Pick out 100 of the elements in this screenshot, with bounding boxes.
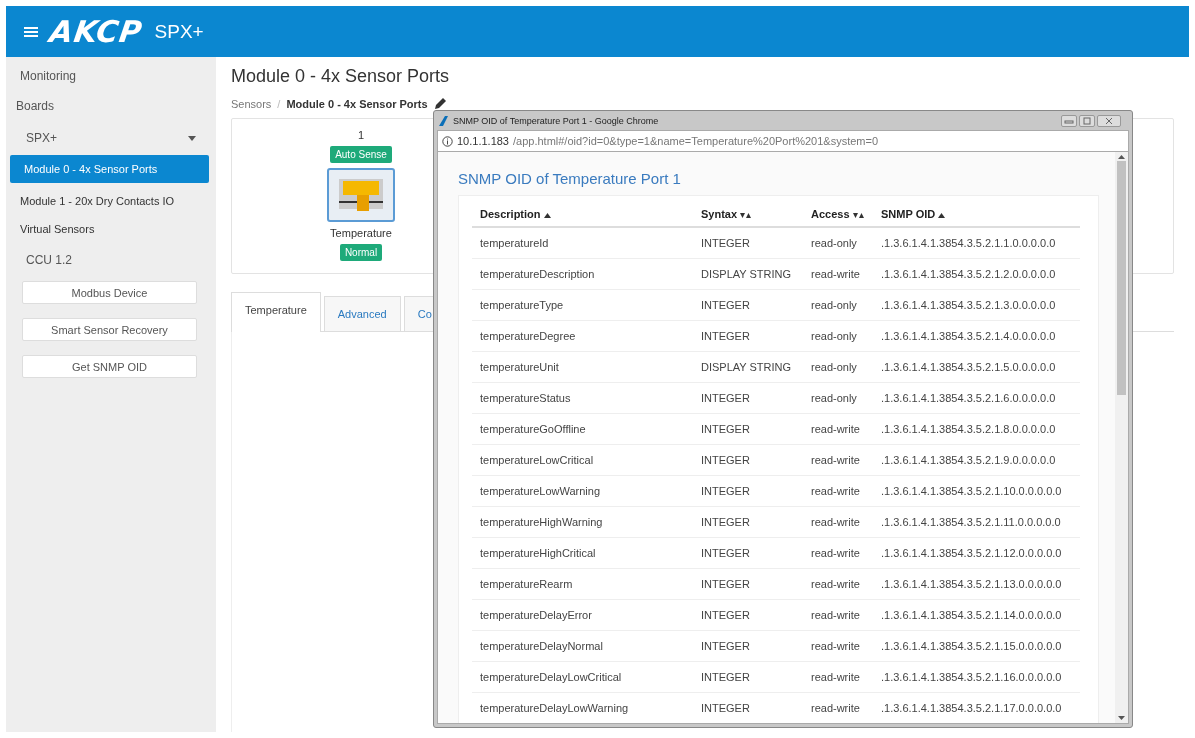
table-cell: .1.3.6.1.4.1.3854.3.5.2.1.1.0.0.0.0.0 bbox=[873, 227, 1080, 259]
table-cell: INTEGER bbox=[693, 320, 803, 352]
scrollbar[interactable] bbox=[1115, 152, 1128, 723]
info-icon bbox=[442, 135, 453, 147]
sensor-port-button[interactable] bbox=[327, 168, 395, 222]
table-cell: temperatureType bbox=[472, 289, 693, 321]
column-header[interactable]: SNMP OID bbox=[873, 202, 1080, 227]
column-header[interactable]: Syntax bbox=[693, 202, 803, 227]
table-cell: read-only bbox=[803, 289, 873, 321]
close-icon[interactable] bbox=[1097, 114, 1121, 127]
table-cell: .1.3.6.1.4.1.3854.3.5.2.1.12.0.0.0.0.0 bbox=[873, 537, 1080, 569]
column-header[interactable]: Access bbox=[803, 202, 873, 227]
table-cell: .1.3.6.1.4.1.3854.3.5.2.1.15.0.0.0.0.0 bbox=[873, 630, 1080, 662]
sidebar-button[interactable]: Get SNMP OID bbox=[22, 355, 197, 378]
minimize-icon[interactable] bbox=[1061, 114, 1077, 127]
scroll-down-icon[interactable] bbox=[1118, 716, 1125, 720]
tab[interactable]: Temperature bbox=[231, 292, 321, 332]
table-cell: .1.3.6.1.4.1.3854.3.5.2.1.10.0.0.0.0.0 bbox=[873, 475, 1080, 507]
scroll-up-icon[interactable] bbox=[1118, 155, 1125, 159]
status-badge: Normal bbox=[339, 244, 383, 261]
tab[interactable]: Advanced bbox=[323, 296, 401, 331]
table-cell: .1.3.6.1.4.1.3854.3.5.2.1.17.0.0.0.0.0 bbox=[873, 692, 1080, 723]
table-cell: .1.3.6.1.4.1.3854.3.5.2.1.14.0.0.0.0.0 bbox=[873, 599, 1080, 631]
table-cell: .1.3.6.1.4.1.3854.3.5.2.1.8.0.0.0.0.0 bbox=[873, 413, 1080, 445]
table-cell: temperatureHighCritical bbox=[472, 537, 693, 569]
table-cell: .1.3.6.1.4.1.3854.3.5.2.1.2.0.0.0.0.0 bbox=[873, 258, 1080, 290]
url-host: 10.1.1.183 bbox=[457, 135, 509, 147]
table-cell: temperatureLowWarning bbox=[472, 475, 693, 507]
table-cell: read-write bbox=[803, 568, 873, 600]
port-number: 1 bbox=[357, 129, 365, 141]
table-cell: temperatureDelayLowCritical bbox=[472, 661, 693, 693]
table-cell: INTEGER bbox=[693, 568, 803, 600]
table-cell: read-write bbox=[803, 506, 873, 538]
table-cell: .1.3.6.1.4.1.3854.3.5.2.1.6.0.0.0.0.0 bbox=[873, 382, 1080, 414]
sidebar-heading[interactable]: Monitoring bbox=[6, 61, 216, 91]
table-cell: temperatureUnit bbox=[472, 351, 693, 383]
table-cell: read-write bbox=[803, 661, 873, 693]
table-cell: .1.3.6.1.4.1.3854.3.5.2.1.4.0.0.0.0.0 bbox=[873, 320, 1080, 352]
table-cell: INTEGER bbox=[693, 289, 803, 321]
table-cell: INTEGER bbox=[693, 630, 803, 662]
table-cell: read-write bbox=[803, 599, 873, 631]
table-cell: temperatureLowCritical bbox=[472, 444, 693, 476]
sidebar-button[interactable]: Modbus Device bbox=[22, 281, 197, 304]
table-cell: read-only bbox=[803, 351, 873, 383]
table-cell: read-write bbox=[803, 475, 873, 507]
table-cell: read-only bbox=[803, 382, 873, 414]
sensor-name: Temperature bbox=[330, 227, 392, 239]
table-cell: temperatureDescription bbox=[472, 258, 693, 290]
table-cell: read-write bbox=[803, 692, 873, 723]
table-cell: INTEGER bbox=[693, 599, 803, 631]
sidebar-heading[interactable]: Boards bbox=[6, 91, 216, 121]
table-cell: temperatureGoOffline bbox=[472, 413, 693, 445]
sidebar-heading[interactable]: CCU 1.2 bbox=[6, 243, 216, 281]
table-cell: read-only bbox=[803, 320, 873, 352]
table-cell: INTEGER bbox=[693, 506, 803, 538]
table-cell: temperatureRearm bbox=[472, 568, 693, 600]
table-cell: .1.3.6.1.4.1.3854.3.5.2.1.13.0.0.0.0.0 bbox=[873, 568, 1080, 600]
dialog-heading: SNMP OID of Temperature Port 1 bbox=[458, 170, 682, 187]
logo: AKCP bbox=[47, 14, 145, 49]
breadcrumb-link[interactable]: Module 0 - 4x Sensor Ports bbox=[286, 97, 428, 110]
window-title: SNMP OID of Temperature Port 1 - Google Chrome bbox=[453, 115, 660, 126]
page-title: Module 0 - 4x Sensor Ports bbox=[231, 66, 451, 87]
table-cell: temperatureDelayNormal bbox=[472, 630, 693, 662]
table-cell: INTEGER bbox=[693, 692, 803, 723]
table-cell: INTEGER bbox=[693, 475, 803, 507]
table-cell: .1.3.6.1.4.1.3854.3.5.2.1.16.0.0.0.0.0 bbox=[873, 661, 1080, 693]
table-cell: INTEGER bbox=[693, 413, 803, 445]
table-cell: INTEGER bbox=[693, 444, 803, 476]
table-cell: .1.3.6.1.4.1.3854.3.5.2.1.9.0.0.0.0.0 bbox=[873, 444, 1080, 476]
sidebar-item[interactable]: Module 1 - 20x Dry Contacts IO bbox=[10, 187, 209, 215]
table-cell: temperatureDegree bbox=[472, 320, 693, 352]
table-cell: temperatureId bbox=[472, 227, 693, 259]
table-cell: DISPLAY STRING bbox=[693, 258, 803, 290]
table-cell: read-only bbox=[803, 227, 873, 259]
table-cell: .1.3.6.1.4.1.3854.3.5.2.1.5.0.0.0.0.0 bbox=[873, 351, 1080, 383]
sidebar-item[interactable]: Module 0 - 4x Sensor Ports bbox=[10, 155, 209, 183]
product-name: SPX+ bbox=[154, 20, 204, 43]
breadcrumb-separator: / bbox=[277, 97, 281, 110]
column-header[interactable]: Description bbox=[472, 202, 693, 227]
table-cell: temperatureStatus bbox=[472, 382, 693, 414]
sidebar-item[interactable]: Virtual Sensors bbox=[10, 215, 209, 243]
table-cell: .1.3.6.1.4.1.3854.3.5.2.1.3.0.0.0.0.0 bbox=[873, 289, 1080, 321]
mode-badge: Auto Sense bbox=[330, 146, 392, 163]
app-logo-icon bbox=[439, 115, 449, 126]
table-cell: .1.3.6.1.4.1.3854.3.5.2.1.11.0.0.0.0.0 bbox=[873, 506, 1080, 538]
menu-icon[interactable] bbox=[24, 25, 38, 38]
table-cell: temperatureDelayError bbox=[472, 599, 693, 631]
url-path: /app.html#/oid?id=0&type=1&name=Temperature%20Port%201&system=0 bbox=[513, 135, 879, 147]
board-dropdown[interactable]: SPX+ bbox=[6, 121, 216, 155]
table-cell: read-write bbox=[803, 537, 873, 569]
table-cell: read-write bbox=[803, 258, 873, 290]
breadcrumb-link[interactable]: Sensors bbox=[231, 97, 272, 110]
maximize-icon[interactable] bbox=[1079, 114, 1095, 127]
table-cell: read-write bbox=[803, 444, 873, 476]
table-cell: INTEGER bbox=[693, 382, 803, 414]
address-bar[interactable]: 10.1.1.183 /app.html#/oid?id=0&type=1&name=Temperature%20Port%201&system=0 bbox=[437, 130, 1129, 152]
table-cell: temperatureDelayLowWarning bbox=[472, 692, 693, 723]
table-cell: INTEGER bbox=[693, 537, 803, 569]
sidebar-button[interactable]: Smart Sensor Recovery bbox=[22, 318, 197, 341]
table-cell: read-write bbox=[803, 630, 873, 662]
